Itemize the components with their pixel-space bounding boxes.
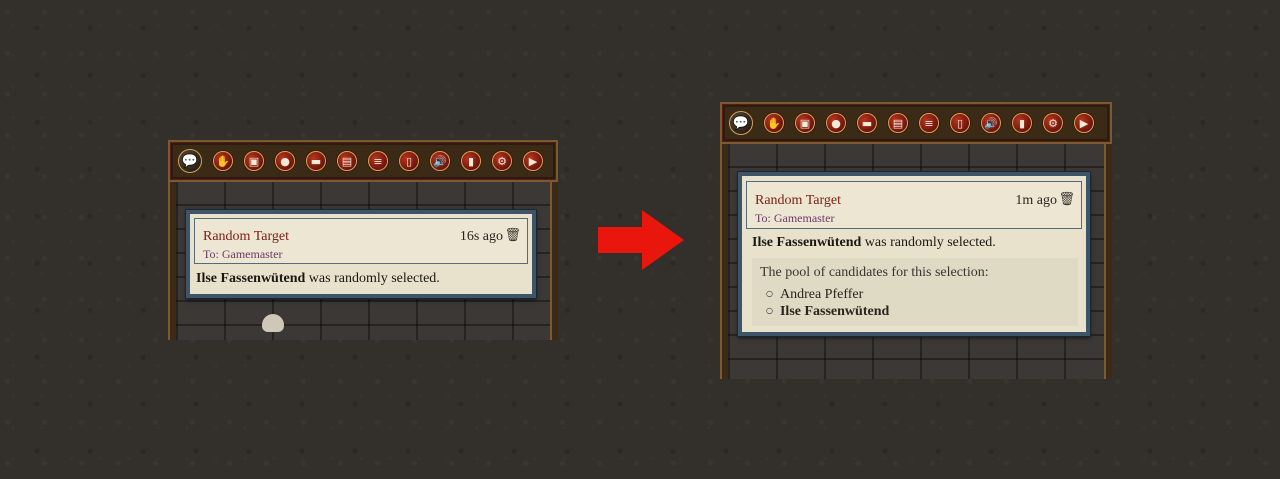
side-frame-right: [1104, 144, 1112, 379]
list-item: ○ Andrea Pfeffer: [766, 287, 863, 303]
book-icon[interactable]: ▮: [1012, 113, 1032, 133]
chat-panel-before: 💬 ✋ ▣ ● ▬ ▤ ≡ ▯ 🔊 ▮ ⚙ ▶ Random Target To…: [168, 140, 558, 340]
candidate-pool: The pool of candidates for this selectio…: [752, 258, 1078, 326]
gear-icon[interactable]: ⚙: [1043, 113, 1063, 133]
bullet-icon: ○: [766, 289, 773, 298]
message-recipient: To: Gamemaster: [755, 211, 835, 225]
trash-icon[interactable]: 🗑: [504, 228, 521, 243]
message-title: Random Target: [755, 193, 841, 208]
speaker-icon[interactable]: 🔊: [981, 113, 1001, 133]
portrait-icon[interactable]: ▯: [399, 151, 419, 171]
side-frame-right: [550, 182, 558, 340]
trash-icon[interactable]: 🗑: [1058, 192, 1075, 207]
message-text: was randomly selected.: [861, 235, 996, 250]
message-body: Ilse Fassenwütend was randomly selected.: [196, 271, 440, 287]
chat-icon[interactable]: 💬: [729, 111, 753, 135]
message-text: was randomly selected.: [305, 271, 440, 286]
side-frame-left: [168, 182, 176, 340]
message-header: Random Target To: Gamemaster 1m ago 🗑: [746, 181, 1082, 229]
bullet-icon: ○: [766, 306, 773, 315]
chat-icon[interactable]: 💬: [178, 149, 202, 173]
briefcase-icon[interactable]: ▬: [857, 113, 877, 133]
list-icon[interactable]: ≡: [919, 113, 939, 133]
arrow-right-icon: [598, 210, 684, 270]
play-icon[interactable]: ▶: [1074, 113, 1094, 133]
message-header: Random Target To: Gamemaster 16s ago 🗑: [194, 218, 528, 264]
toolbar: 💬 ✋ ▣ ● ▬ ▤ ≡ ▯ 🔊 ▮ ⚙ ▶: [178, 149, 543, 173]
image-icon[interactable]: ▣: [795, 113, 815, 133]
image-icon[interactable]: ▣: [244, 151, 264, 171]
hand-icon[interactable]: ✋: [213, 151, 233, 171]
person-icon[interactable]: ●: [826, 113, 846, 133]
skull-decoration: [262, 314, 284, 332]
list-item: ○ Ilse Fassenwütend: [766, 304, 889, 320]
chat-panel-after: 💬 ✋ ▣ ● ▬ ▤ ≡ ▯ 🔊 ▮ ⚙ ▶ Random Target To…: [720, 102, 1112, 379]
person-icon[interactable]: ●: [275, 151, 295, 171]
play-icon[interactable]: ▶: [523, 151, 543, 171]
chat-message-card: Random Target To: Gamemaster 16s ago 🗑 I…: [186, 210, 536, 298]
book-icon[interactable]: ▮: [461, 151, 481, 171]
candidate-name: Ilse Fassenwütend: [779, 304, 890, 319]
gear-icon[interactable]: ⚙: [492, 151, 512, 171]
cards-icon[interactable]: ▤: [337, 151, 357, 171]
message-timestamp: 16s ago: [459, 229, 503, 244]
briefcase-icon[interactable]: ▬: [306, 151, 326, 171]
chat-message-card: Random Target To: Gamemaster 1m ago 🗑 Il…: [738, 172, 1090, 336]
message-title: Random Target: [203, 229, 289, 244]
message-timestamp: 1m ago: [1015, 193, 1057, 208]
message-body: Ilse Fassenwütend was randomly selected.: [752, 235, 996, 251]
portrait-icon[interactable]: ▯: [950, 113, 970, 133]
list-icon[interactable]: ≡: [368, 151, 388, 171]
message-recipient: To: Gamemaster: [203, 247, 283, 261]
pool-title: The pool of candidates for this selectio…: [760, 265, 989, 280]
toolbar: 💬 ✋ ▣ ● ▬ ▤ ≡ ▯ 🔊 ▮ ⚙ ▶: [729, 111, 1094, 135]
speaker-icon[interactable]: 🔊: [430, 151, 450, 171]
side-frame-left: [720, 144, 728, 379]
hand-icon[interactable]: ✋: [764, 113, 784, 133]
candidate-name: Andrea Pfeffer: [779, 287, 864, 302]
selected-name: Ilse Fassenwütend: [752, 235, 862, 250]
cards-icon[interactable]: ▤: [888, 113, 908, 133]
selected-name: Ilse Fassenwütend: [196, 271, 306, 286]
